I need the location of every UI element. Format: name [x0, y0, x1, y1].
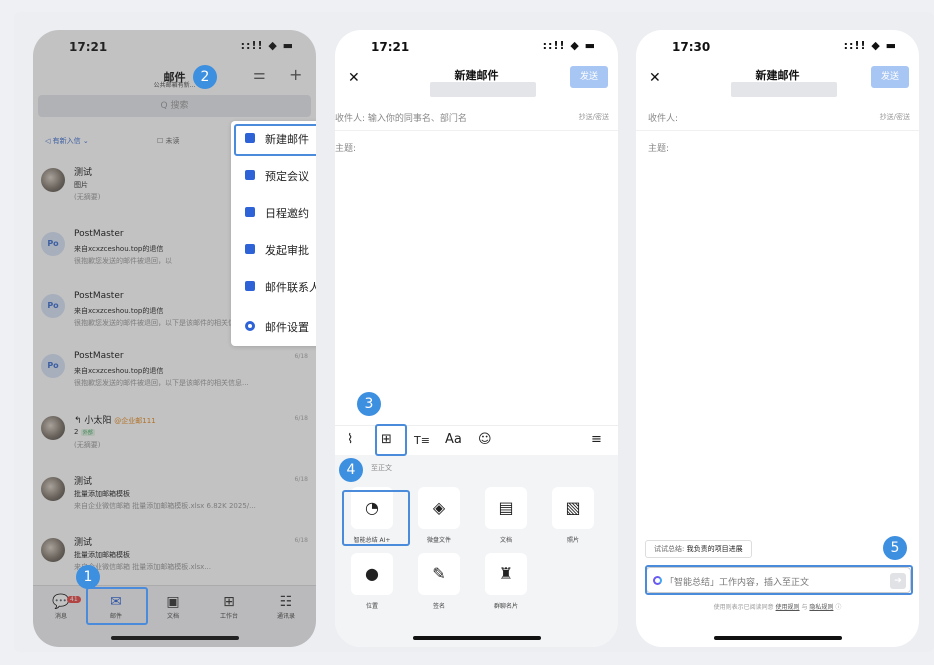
status-bar: 17:30 ::!! ◆ ▬: [636, 30, 919, 66]
phone-compose: 17:21 ::!! ◆ ▬ ✕ 新建邮件 发送 收件人: 输入你的同事名、部门…: [335, 30, 618, 647]
usage-rules-link[interactable]: 使用规则: [776, 604, 800, 611]
photo-icon: ▧: [552, 487, 594, 529]
step-badge-1: 1: [76, 565, 100, 589]
menu-item-schedule[interactable]: 日程邀约: [231, 195, 316, 232]
menu-item-label: 邮件联系人: [265, 281, 316, 294]
menu-item-label: 发起审批: [265, 244, 309, 257]
subject-label: 主题:: [335, 144, 357, 154]
subject-label: 主题:: [648, 144, 670, 154]
phone-mail-list: 17:21 ::!! ◆ ▬ 邮件 公共邮箱有新... ⚌ + Q 搜索 ◁ 有…: [33, 30, 316, 647]
emoji-icon[interactable]: ☺: [478, 432, 492, 447]
check-icon: [245, 170, 255, 180]
recipient-field[interactable]: 收件人: 抄送/密送: [636, 103, 919, 131]
recipient-label-text: 收件人:: [335, 114, 366, 124]
group-card-icon: ♜: [485, 553, 527, 595]
home-indicator: [713, 636, 842, 640]
status-time: 17:21: [371, 40, 410, 54]
step-badge-3: 3: [357, 392, 381, 416]
cc-bcc-link[interactable]: 抄送/密送: [880, 112, 910, 122]
recipient-placeholder: 输入你的同事名、部门名: [367, 114, 467, 124]
suggest-text: 我负责的项目进展: [686, 545, 743, 553]
home-indicator: [412, 636, 541, 640]
insert-panel: 至正文 ◔ 智能总结 AI+ ◈ 微盘文件 ▤ 文档 ▧ 照片 ● 位置 ✎ 签…: [335, 455, 618, 647]
calendar-icon: [245, 207, 255, 217]
sender-account: [731, 82, 837, 97]
status-icons: ::!! ◆ ▬: [843, 39, 897, 52]
panel-label: 签名: [432, 603, 445, 610]
highlight-ai-input: [645, 565, 913, 595]
privacy-rules-link[interactable]: 隐私规则: [809, 604, 833, 611]
menu-item-settings[interactable]: 邮件设置: [231, 309, 316, 346]
panel-photo[interactable]: ▧ 照片: [546, 487, 600, 544]
send-button[interactable]: 发送: [871, 66, 909, 88]
menu-item-label: 日程邀约: [265, 207, 309, 220]
highlight-mail-tab: [86, 587, 148, 625]
settings-icon: [245, 321, 255, 331]
step-badge-4: 4: [339, 458, 363, 482]
recipient-label: 收件人: 输入你的同事名、部门名: [335, 111, 467, 124]
highlight-new-mail: [234, 124, 316, 156]
panel-signature[interactable]: ✎ 签名: [412, 553, 466, 610]
panel-label: 照片: [566, 537, 579, 544]
panel-location[interactable]: ● 位置: [345, 553, 399, 610]
highlight-ai-summary: [342, 490, 410, 546]
status-bar: 17:21 ::!! ◆ ▬: [335, 30, 618, 66]
panel-label: 群聊名片: [493, 603, 518, 610]
suggestion-chip[interactable]: 试试总结: 我负责的项目进展: [645, 540, 752, 558]
panel-group-card[interactable]: ♜ 群聊名片: [479, 553, 533, 610]
recipient-label: 收件人:: [648, 114, 679, 124]
step-badge-2: 2: [193, 65, 217, 89]
location-icon: ●: [351, 553, 393, 595]
approval-icon: [245, 244, 255, 254]
document-icon: ▤: [485, 487, 527, 529]
panel-drive-file[interactable]: ◈ 微盘文件: [412, 487, 466, 544]
sender-account: [430, 82, 536, 97]
terms-footer: 使用则表示已阅读同意 使用规则 与 隐私规则 ⓘ: [636, 602, 919, 611]
contact-icon: [245, 281, 255, 291]
send-button[interactable]: 发送: [570, 66, 608, 88]
footer-and: 与: [801, 604, 808, 611]
suggest-prefix: 试试总结:: [654, 545, 685, 553]
cc-bcc-link[interactable]: 抄送/密送: [579, 112, 609, 122]
panel-document[interactable]: ▤ 文档: [479, 487, 533, 544]
insert-hint: 至正文: [371, 464, 392, 472]
collapse-icon[interactable]: ≡: [591, 432, 602, 447]
info-icon[interactable]: ⓘ: [835, 604, 841, 611]
paragraph-icon[interactable]: T≡: [414, 434, 430, 447]
footer-text: 使用则表示已阅读同意: [713, 604, 774, 611]
menu-item-label: 预定会议: [265, 170, 309, 183]
subject-field[interactable]: 主题:: [335, 133, 618, 161]
status-icons: ::!! ◆ ▬: [542, 39, 596, 52]
highlight-insert: [375, 424, 407, 456]
attach-icon[interactable]: ⌇: [347, 432, 353, 447]
step-badge-5: 5: [883, 536, 907, 560]
recipient-field[interactable]: 收件人: 输入你的同事名、部门名 抄送/密送: [335, 103, 618, 131]
signature-icon: ✎: [418, 553, 460, 595]
drive-icon: ◈: [418, 487, 460, 529]
menu-item-book-meeting[interactable]: 预定会议: [231, 158, 316, 195]
phone-compose-ai: 17:30 ::!! ◆ ▬ ✕ 新建邮件 发送 收件人: 抄送/密送 主题: …: [636, 30, 919, 647]
menu-item-contacts[interactable]: 邮件联系人: [231, 269, 316, 306]
panel-label: 微盘文件: [426, 537, 451, 544]
font-icon[interactable]: Aa: [445, 432, 462, 447]
panel-label: 位置: [365, 603, 378, 610]
subject-field[interactable]: 主题:: [636, 133, 919, 161]
panel-label: 文档: [499, 537, 512, 544]
menu-item-approval[interactable]: 发起审批: [231, 232, 316, 269]
menu-item-label: 邮件设置: [265, 321, 309, 334]
status-time: 17:30: [672, 40, 711, 54]
